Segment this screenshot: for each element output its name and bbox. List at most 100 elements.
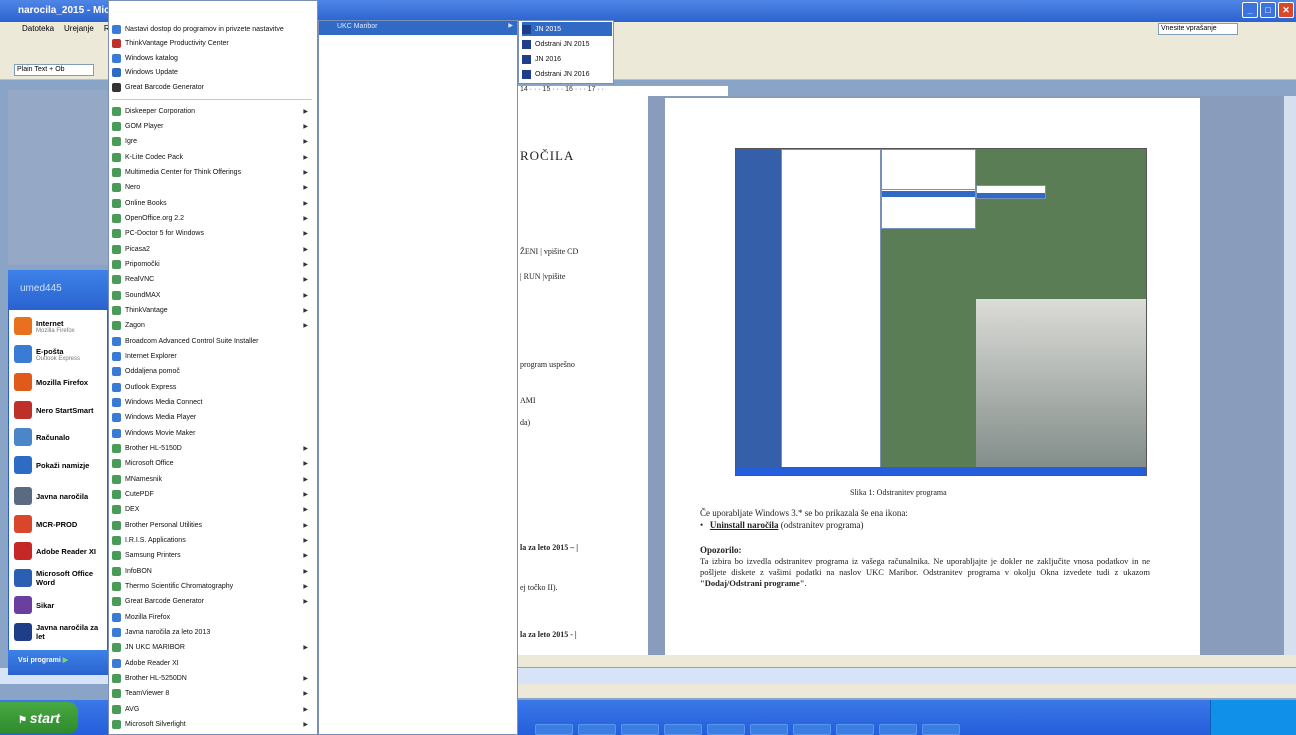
style-dropdown[interactable]: Plain Text + Ob: [14, 64, 94, 76]
program-folder-item[interactable]: AVG ▶: [112, 702, 312, 716]
taskbar-button[interactable]: [750, 724, 788, 735]
pinned-program-item[interactable]: Sikar: [14, 592, 108, 618]
menu-file[interactable]: Datoteka: [22, 24, 54, 36]
program-menu-item[interactable]: Windows Media Player: [112, 411, 312, 425]
doc-fragment: ŽENI | vpišite CD: [520, 247, 579, 256]
pinned-program-item[interactable]: Microsoft Office Word: [14, 565, 108, 591]
program-folder-item[interactable]: Pripomočki ▶: [112, 257, 312, 271]
program-folder-item[interactable]: Microsoft Silverlight ▶: [112, 718, 312, 732]
program-folder-item[interactable]: K-Lite Codec Pack ▶: [112, 150, 312, 164]
close-icon[interactable]: ✕: [1278, 2, 1294, 18]
help-search-input[interactable]: Vnesite vprašanje: [1158, 23, 1238, 35]
program-folder-item[interactable]: ThinkVantage ▶: [112, 303, 312, 317]
heading-fragment: ROČILA: [520, 148, 575, 163]
folder-icon: [112, 551, 121, 561]
taskbar-button[interactable]: [707, 724, 745, 735]
all-programs-button[interactable]: Vsi programi ▶: [18, 655, 98, 668]
submenu-item-ukc-maribor[interactable]: UKC Maribor ▶: [319, 21, 517, 35]
taskbar-button[interactable]: [836, 724, 874, 735]
pinned-program-item[interactable]: Pokaži namizje: [14, 452, 108, 478]
figure-desktop-strip: [736, 149, 781, 475]
vertical-scrollbar[interactable]: [1284, 96, 1296, 656]
system-tray[interactable]: [1210, 700, 1296, 735]
pinned-program-title: Javna naročila za let: [36, 623, 99, 641]
maximize-icon[interactable]: □: [1260, 2, 1276, 18]
submenu-item[interactable]: JN 2015: [522, 22, 612, 36]
folder-icon: [112, 674, 121, 684]
program-folder-item[interactable]: Thermo Scientific Chromatography ▶: [112, 580, 312, 594]
program-label: Windows Media Connect: [125, 398, 203, 406]
horizontal-scrollbar[interactable]: [518, 655, 1296, 667]
program-menu-item[interactable]: Windows Update: [112, 66, 312, 80]
taskbar-button[interactable]: [664, 724, 702, 735]
taskbar-button[interactable]: [922, 724, 960, 735]
program-menu-item[interactable]: Windows Movie Maker: [112, 426, 312, 440]
program-folder-item[interactable]: GOM Player ▶: [112, 119, 312, 133]
program-label: Diskeeper Corporation: [125, 107, 196, 115]
program-folder-item[interactable]: Picasa2 ▶: [112, 242, 312, 256]
pinned-program-item[interactable]: Internet Mozilla Firefox: [14, 313, 108, 339]
arrow-right-icon: ▶: [303, 507, 308, 514]
taskbar-button[interactable]: [621, 724, 659, 735]
program-menu-item[interactable]: Great Barcode Generator: [112, 80, 312, 94]
program-folder-item[interactable]: JN UKC MARIBOR ▶: [112, 641, 312, 655]
taskbar-button[interactable]: [879, 724, 917, 735]
program-folder-item[interactable]: SoundMAX ▶: [112, 288, 312, 302]
program-menu-item[interactable]: Adobe Reader XI: [112, 656, 312, 670]
program-folder-item[interactable]: Zagon ▶: [112, 319, 312, 333]
program-folder-item[interactable]: I.R.I.S. Applications ▶: [112, 534, 312, 548]
taskbar-button[interactable]: [535, 724, 573, 735]
program-folder-item[interactable]: CutePDF ▶: [112, 488, 312, 502]
program-menu-item[interactable]: ThinkVantage Productivity Center: [112, 37, 312, 51]
program-folder-item[interactable]: Online Books ▶: [112, 196, 312, 210]
program-menu-item[interactable]: Windows katalog: [112, 51, 312, 65]
program-folder-item[interactable]: Diskeeper Corporation ▶: [112, 104, 312, 118]
program-folder-item[interactable]: Igre ▶: [112, 135, 312, 149]
program-folder-item[interactable]: Samsung Printers ▶: [112, 549, 312, 563]
program-menu-item[interactable]: Windows Media Connect: [112, 395, 312, 409]
pinned-program-item[interactable]: Mozilla Firefox: [14, 369, 108, 395]
arrow-right-icon: ▶: [508, 23, 513, 29]
menu-edit[interactable]: Urejanje: [64, 24, 94, 36]
taskbar-button[interactable]: [793, 724, 831, 735]
arrow-right-icon: ▶: [303, 154, 308, 161]
program-folder-item[interactable]: Brother HL-5250DN ▶: [112, 672, 312, 686]
program-folder-item[interactable]: MNamesnik ▶: [112, 472, 312, 486]
pinned-program-item[interactable]: Nero StartSmart: [14, 397, 108, 423]
program-menu-item[interactable]: Nastavi dostop do programov in privzete …: [112, 22, 312, 36]
program-folder-item[interactable]: Great Barcode Generator ▶: [112, 595, 312, 609]
program-folder-item[interactable]: InfoBON ▶: [112, 564, 312, 578]
program-folder-item[interactable]: Multimedia Center for Think Offerings ▶: [112, 165, 312, 179]
program-menu-item[interactable]: Javna naročila za leto 2013: [112, 626, 312, 640]
pinned-program-item[interactable]: E-pošta Outlook Express: [14, 341, 108, 367]
program-folder-item[interactable]: DEX ▶: [112, 503, 312, 517]
taskbar-button[interactable]: [578, 724, 616, 735]
program-folder-item[interactable]: RealVNC ▶: [112, 273, 312, 287]
pinned-program-item[interactable]: Javna naročila: [14, 483, 108, 509]
program-menu-item[interactable]: Mozilla Firefox: [112, 610, 312, 624]
pinned-program-item[interactable]: Adobe Reader XI: [14, 538, 108, 564]
pinned-program-item[interactable]: Javna naročila za let: [14, 619, 108, 645]
submenu-item[interactable]: Odstrani JN 2016: [522, 67, 612, 81]
submenu-item[interactable]: Odstrani JN 2015: [522, 37, 612, 51]
pinned-program-item[interactable]: MCR-PROD: [14, 511, 108, 537]
pinned-program-item[interactable]: Računalo: [14, 424, 108, 450]
program-menu-item[interactable]: Outlook Express: [112, 380, 312, 394]
start-button[interactable]: ⚑ start: [0, 702, 78, 734]
program-folder-item[interactable]: Microsoft Office ▶: [112, 457, 312, 471]
doc-fragment: la za leto 2015 - |: [520, 630, 577, 639]
program-icon: [14, 596, 32, 614]
program-folder-item[interactable]: Brother Personal Utilities ▶: [112, 518, 312, 532]
program-menu-item[interactable]: Broadcom Advanced Control Suite Installe…: [112, 334, 312, 348]
program-menu-item[interactable]: Internet Explorer: [112, 349, 312, 363]
program-folder-item[interactable]: Brother HL-5150D ▶: [112, 442, 312, 456]
submenu-item[interactable]: JN 2016: [522, 52, 612, 66]
program-menu-item[interactable]: Oddaljena pomoč: [112, 365, 312, 379]
program-folder-item[interactable]: TeamViewer 8 ▶: [112, 687, 312, 701]
minimize-icon[interactable]: _: [1242, 2, 1258, 18]
program-folder-item[interactable]: OpenOffice.org 2.2 ▶: [112, 211, 312, 225]
arrow-right-icon: ▶: [303, 108, 308, 115]
program-folder-item[interactable]: PC-Doctor 5 for Windows ▶: [112, 227, 312, 241]
program-icon: [112, 351, 121, 361]
program-folder-item[interactable]: Nero ▶: [112, 181, 312, 195]
